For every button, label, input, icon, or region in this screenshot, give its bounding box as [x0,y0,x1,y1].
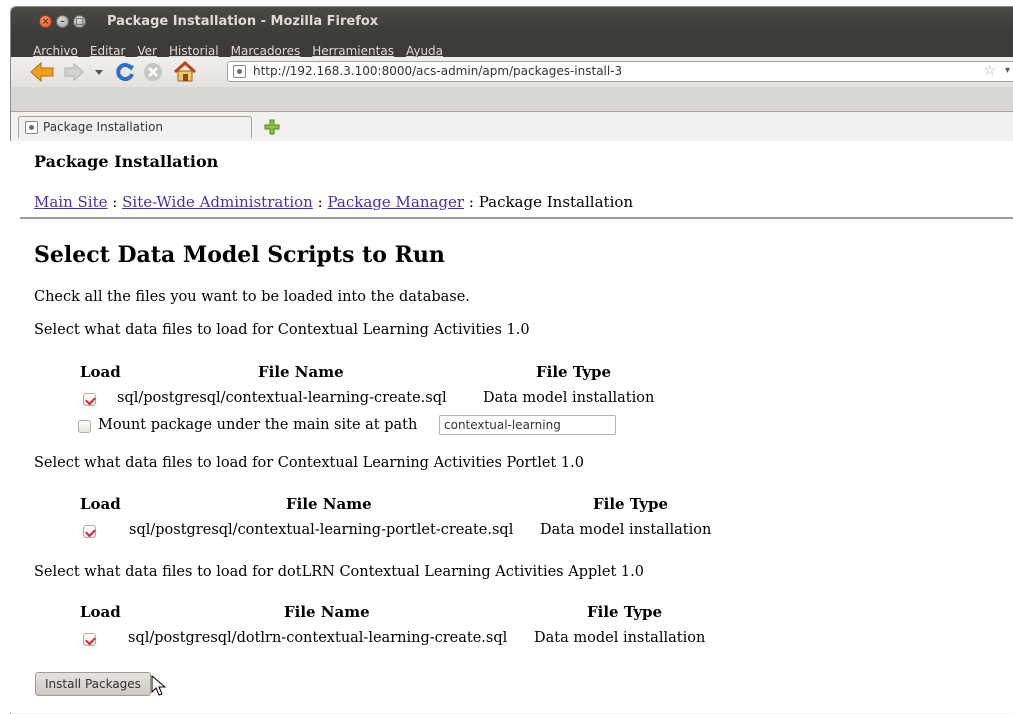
url-text[interactable]: http://192.168.3.100:8000/acs-admin/apm/… [253,64,622,78]
stop-icon[interactable] [142,61,164,83]
load-checkbox[interactable] [83,633,96,646]
breadcrumb-package-manager[interactable]: Package Manager [327,193,464,211]
breadcrumb-site-wide-administration[interactable]: Site-Wide Administration [122,193,313,211]
history-dropdown-icon[interactable] [94,61,104,83]
back-arrow-icon[interactable] [29,61,55,83]
header-file-type: File Type [536,363,612,381]
mount-path-input[interactable]: contextual-learning [439,415,616,435]
file-name-cell: sql/postgresql/contextual-learning-portl… [129,522,514,538]
file-type-cell: Data model installation [540,522,712,538]
mount-label: Mount package under the main site at pat… [98,417,418,433]
menu-marcadores[interactable]: Marcadores [231,44,301,58]
header-file-name: File Name [284,603,370,621]
url-dropdown-icon[interactable]: ▾ [1005,65,1010,76]
menu-bar: Archivo Editar Ver Historial Marcadores Herra… [11,37,1013,58]
site-identity-icon[interactable] [233,65,246,78]
tab-package-installation[interactable]: Package Installation [18,116,252,138]
file-type-cell: Data model installation [483,390,655,406]
window-title: Package Installation - Mozilla Firefox [107,14,379,29]
section-1-intro: Select what data files to load for Conte… [34,322,530,338]
header-load: Load [80,603,121,621]
header-load: Load [80,495,121,513]
header-file-type: File Type [593,495,669,513]
close-window-icon[interactable]: × [39,15,52,28]
title-bar: × – □ Package Installation - Mozilla Fir… [11,7,1013,37]
new-tab-plus-icon[interactable] [264,119,280,135]
reload-icon[interactable] [114,61,136,83]
page-title: Package Installation [34,152,219,171]
header-load: Load [80,363,121,381]
load-checkbox[interactable] [83,393,96,406]
address-bar[interactable]: http://192.168.3.100:8000/acs-admin/apm/… [227,61,1013,82]
menu-editar[interactable]: Editar [90,44,126,58]
load-checkbox[interactable] [83,525,96,538]
minimize-window-icon[interactable]: – [56,15,69,28]
intro-text: Check all the files you want to be loade… [34,289,470,305]
header-file-type: File Type [587,603,663,621]
menu-archivo[interactable]: Archivo [33,44,78,58]
bookmark-star-icon[interactable]: ☆ [983,63,996,79]
page-content: Package Installation Main Site : Site-Wi… [10,141,1013,713]
home-icon[interactable] [172,61,198,83]
file-name-cell: sql/postgresql/dotlrn-contextual-learnin… [128,630,508,646]
menu-ver[interactable]: Ver [137,44,157,58]
mount-checkbox[interactable] [78,420,91,433]
section-heading: Select Data Model Scripts to Run [34,242,445,268]
breadcrumb-separator: : [468,193,474,211]
section-3-intro: Select what data files to load for dotLR… [34,564,644,580]
divider [20,217,1013,219]
install-packages-button[interactable]: Install Packages [35,672,151,696]
forward-arrow-icon[interactable] [63,61,85,83]
file-name-cell: sql/postgresql/contextual-learning-creat… [117,390,447,406]
header-file-name: File Name [286,495,372,513]
header-file-name: File Name [258,363,344,381]
breadcrumb: Main Site : Site-Wide Administration : P… [34,193,633,211]
breadcrumb-separator: : [317,193,323,211]
section-2-intro: Select what data files to load for Conte… [34,455,584,471]
breadcrumb-main-site[interactable]: Main Site [34,193,108,211]
tab-bar [11,87,1013,112]
mouse-pointer-icon [151,675,167,696]
menu-historial[interactable]: Historial [169,44,219,58]
menu-ayuda[interactable]: Ayuda [406,44,443,58]
breadcrumb-current: Package Installation [478,193,634,211]
menu-herramientas[interactable]: Herramientas [312,44,394,58]
maximize-window-icon[interactable]: □ [73,15,86,28]
file-type-cell: Data model installation [534,630,706,646]
tab-label: Package Installation [43,120,164,134]
breadcrumb-separator: : [112,193,118,211]
tab-favicon-icon [25,121,38,134]
